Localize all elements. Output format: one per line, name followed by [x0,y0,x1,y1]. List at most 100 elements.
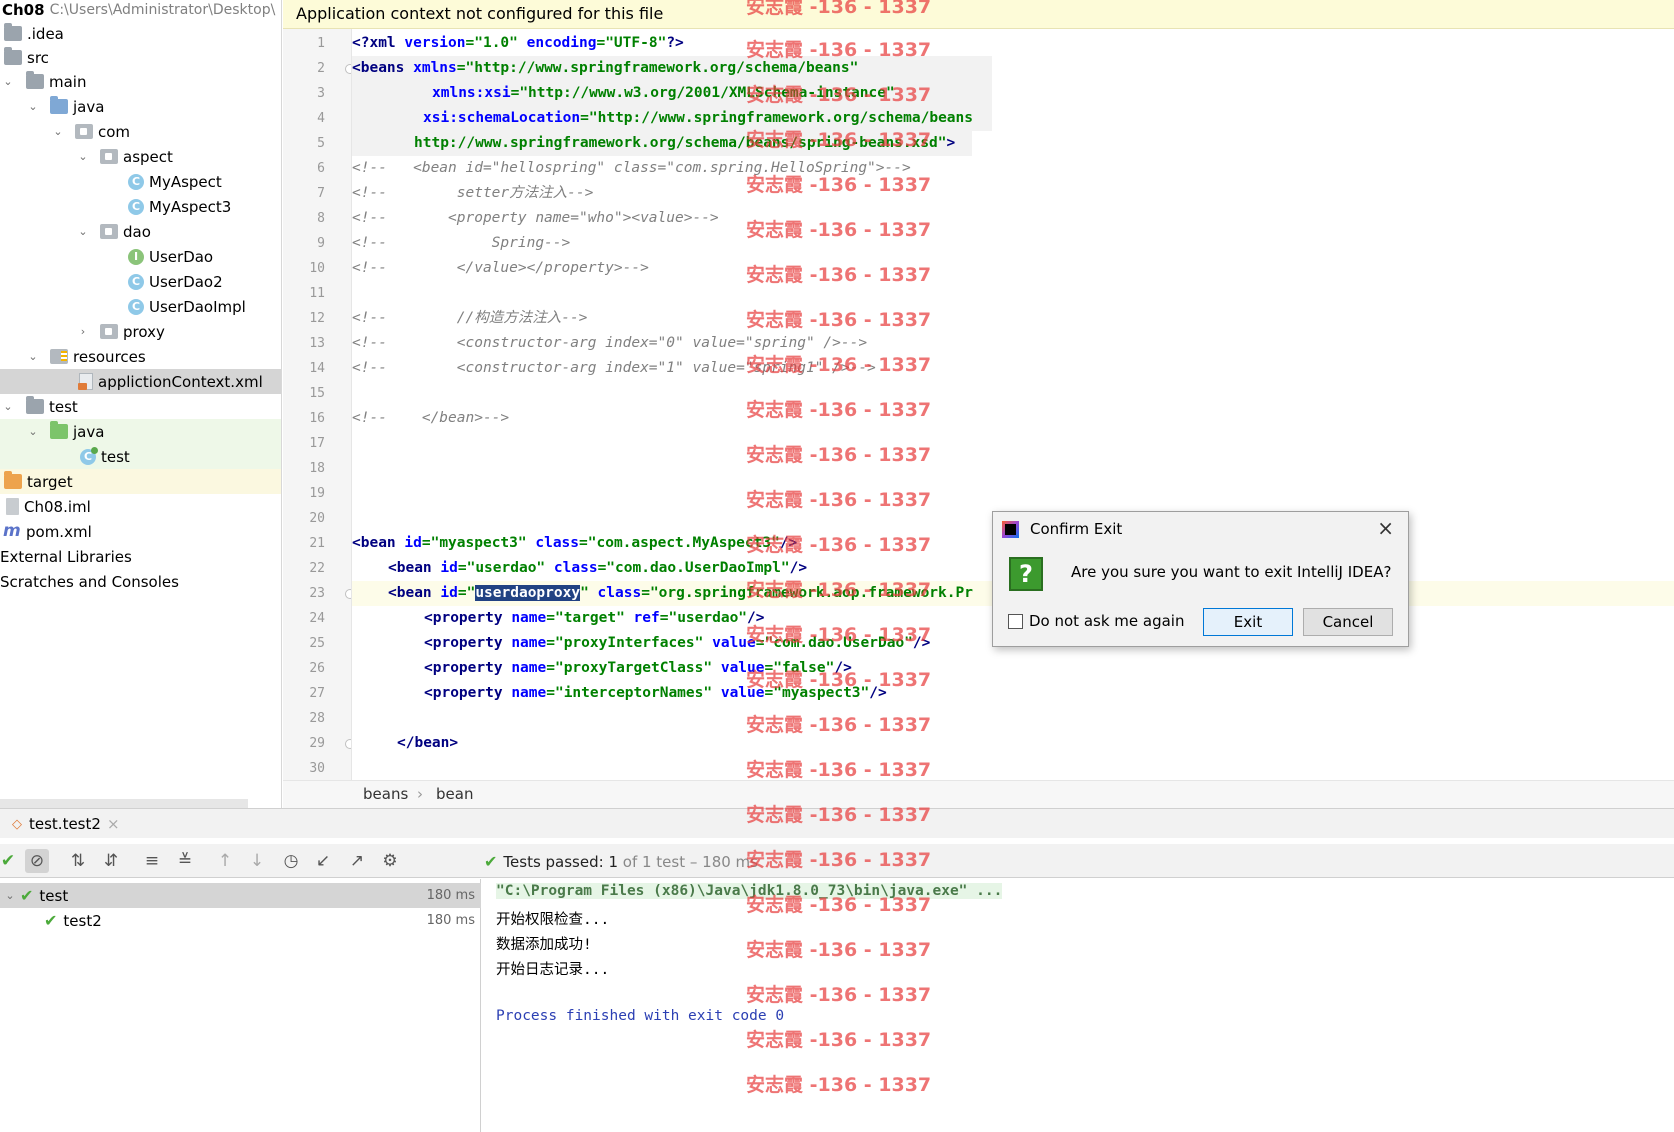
chevron-down-icon[interactable]: ⌄ [25,425,41,438]
line-number: 20 [309,511,325,526]
line-number: 14 [309,361,325,376]
tree-item-applictioncontext-xml[interactable]: applictionContext.xml [0,369,281,394]
collapse-all-icon[interactable]: ≚ [173,849,197,873]
close-icon[interactable]: × [1377,516,1394,540]
chevron-right-icon[interactable]: › [75,325,91,338]
token: <bean [388,560,441,576]
next-failed-icon[interactable]: ↓ [245,849,269,873]
import-tests-icon[interactable]: ↙ [311,849,335,873]
test-row-suite[interactable]: ⌄ ✔ test 180 ms [0,883,481,908]
tree-item-test-folder[interactable]: ⌄ test [0,394,281,419]
tree-item-label: src [27,48,49,67]
code-line-7: <!-- setter方法注入--> [352,185,594,201]
tree-item-java[interactable]: ⌄ java [0,94,281,119]
tree-item-label: test [49,397,78,416]
tree-item-label: resources [73,347,146,366]
tree-root[interactable]: Ch08 C:\Users\Administrator\Desktop\ [0,0,281,22]
tree-item-myaspect3[interactable]: C MyAspect3 [0,194,281,219]
maven-icon: m [3,521,21,541]
token: "userdao" [668,610,748,626]
line-number: 18 [309,461,325,476]
tree-item-ch08-iml[interactable]: Ch08.iml [0,494,281,519]
chevron-down-icon[interactable]: ⌄ [25,100,41,113]
cancel-button[interactable]: Cancel [1303,608,1393,636]
tree-item-pom-xml[interactable]: m pom.xml [0,519,281,544]
chevron-down-icon[interactable]: ⌄ [75,225,91,238]
dialog-title-bar[interactable]: Confirm Exit × [993,512,1408,545]
tree-item-scratches[interactable]: Scratches and Consoles [0,569,281,594]
module-file-icon [6,498,19,515]
token: <property [424,610,512,626]
tree-item-label: target [27,472,73,491]
line-number: 22 [309,561,325,576]
close-icon[interactable]: × [107,815,120,833]
gear-icon[interactable]: ⚙ [378,849,402,873]
console-line: Process finished with exit code 0 [496,1008,785,1024]
tree-item-external-libraries[interactable]: External Libraries [0,544,281,569]
code-line-1: <?xml version="1.0" encoding="UTF-8"?> [352,31,684,56]
selected-text[interactable]: userdaoproxy [475,585,581,601]
chevron-down-icon[interactable]: ⌄ [0,75,16,88]
sort-alphabetically-icon[interactable]: ⇅ [66,849,90,873]
show-passed-icon[interactable]: ✔ [0,849,20,873]
xml-file-icon [78,373,93,390]
sort-by-duration-icon[interactable]: ⇵ [99,849,123,873]
test-row-case[interactable]: ✔ test2 180 ms [0,908,481,933]
breadcrumb-item-bean[interactable]: bean [436,785,473,803]
chevron-down-icon[interactable]: ⌄ [75,150,91,163]
chevron-down-icon[interactable]: ⌄ [0,889,20,902]
tree-item-main[interactable]: ⌄ main [0,69,281,94]
tree-item-proxy[interactable]: › proxy [0,319,281,344]
code-area[interactable]: <?xml version="1.0" encoding="UTF-8"?> <… [352,29,1674,780]
tree-item-label: UserDaoImpl [149,297,246,316]
tree-item-label: MyAspect3 [149,197,232,216]
watermark-text: 安志霞 -136 - 1337 [746,579,932,601]
resources-folder-icon [50,349,68,364]
tree-item-target[interactable]: target [0,469,281,494]
tree-item-userdao[interactable]: I UserDao [0,244,281,269]
do-not-ask-label[interactable]: Do not ask me again [1029,612,1184,630]
token: <property [424,635,512,651]
tree-item-aspect[interactable]: ⌄ aspect [0,144,281,169]
token: <property [424,660,512,676]
code-line-29: </bean> [397,735,459,751]
token: = [456,60,466,76]
do-not-ask-checkbox[interactable] [1008,614,1023,629]
chevron-down-icon[interactable]: ⌄ [0,400,16,413]
watermark-text: 安志霞 -136 - 1337 [746,669,932,691]
tree-item-userdaoimpl[interactable]: C UserDaoImpl [0,294,281,319]
code-line-8: <!-- <property name="who"><value>--> [352,210,719,226]
tree-item-resources[interactable]: ⌄ resources [0,344,281,369]
tree-item-test-java[interactable]: ⌄ java [0,419,281,444]
watermark-text: 安志霞 -136 - 1337 [746,804,932,826]
history-icon[interactable]: ◷ [279,849,303,873]
chevron-down-icon[interactable]: ⌄ [50,125,66,138]
export-tests-icon[interactable]: ↗ [345,849,369,873]
tree-item-com[interactable]: ⌄ com [0,119,281,144]
token: = [546,635,555,651]
tree-item-dao[interactable]: ⌄ dao [0,219,281,244]
chevron-down-icon[interactable]: ⌄ [25,350,41,363]
expand-all-icon[interactable]: ≡ [140,849,164,873]
source-folder-icon [50,96,68,114]
line-number: 9 [317,236,325,251]
folder-icon [26,396,44,414]
watermark-text: 安志霞 -136 - 1337 [746,939,932,961]
tree-item-idea[interactable]: .idea [0,21,281,46]
console-output[interactable]: "C:\Program Files (x86)\Java\jdk1.8.0_73… [482,879,1674,1132]
token: > [946,135,956,151]
show-ignored-icon[interactable]: ⊘ [25,849,49,873]
exit-button[interactable]: Exit [1203,608,1293,636]
line-number: 11 [309,286,325,301]
tree-item-test-class[interactable]: C test [0,444,281,469]
watermark-text: 安志霞 -136 - 1337 [746,84,932,106]
tree-item-src[interactable]: src [0,45,281,70]
class-icon: C [128,173,144,190]
token: "http://www.springframework.org/schema/b… [588,110,973,126]
tree-item-myaspect[interactable]: C MyAspect [0,169,281,194]
run-tab[interactable]: ◇ test.test2 × [12,809,120,839]
breadcrumb-item-beans[interactable]: beans [363,785,408,803]
tree-item-userdao2[interactable]: C UserDao2 [0,269,281,294]
previous-failed-icon[interactable]: ↑ [213,849,237,873]
horizontal-scrollbar[interactable] [0,799,248,808]
